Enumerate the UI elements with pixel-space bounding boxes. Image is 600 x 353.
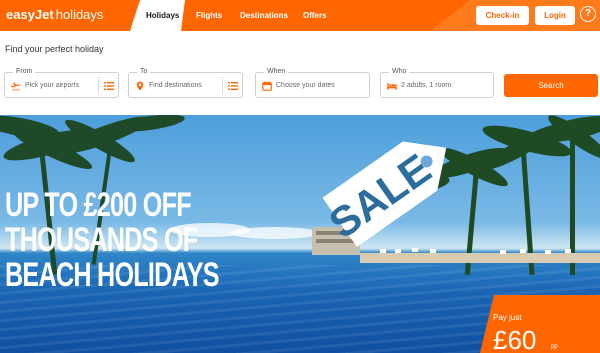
who-label: Who	[389, 67, 410, 77]
calendar-icon	[262, 81, 272, 91]
search-panel-title: Find your perfect holiday	[5, 44, 104, 54]
bed-icon	[387, 83, 397, 90]
when-field[interactable]: When Choose your dates	[255, 67, 370, 98]
help-icon[interactable]: ?	[580, 6, 596, 22]
to-placeholder: Find destinations	[149, 82, 202, 89]
field-divider	[98, 77, 99, 94]
hero-headline-line-1: UP TO £200 OFF	[5, 186, 192, 224]
from-label: From	[13, 67, 36, 77]
when-label: When	[264, 67, 289, 77]
nav-tab-holidays[interactable]: Holidays	[146, 0, 179, 31]
pin-icon	[136, 81, 144, 91]
when-placeholder: Choose your dates	[276, 82, 335, 89]
who-field[interactable]: Who 2 adults, 1 room	[380, 67, 494, 98]
plane-icon	[11, 82, 21, 91]
price-value: £60	[493, 325, 537, 353]
nav-tab-offers[interactable]: Offers	[303, 0, 327, 31]
easyjet-holidays-logo[interactable]: easyJet holidays	[6, 6, 103, 24]
from-field[interactable]: From Pick your airports	[4, 67, 119, 98]
list-icon[interactable]	[228, 81, 238, 91]
list-icon[interactable]	[104, 81, 114, 91]
logo-brand: easyJet	[6, 7, 54, 22]
hero-headline-line-2: THOUSANDS OF	[5, 221, 198, 259]
who-value: 2 adults, 1 room	[401, 82, 452, 89]
to-field[interactable]: To Find destinations	[128, 67, 243, 98]
nav-tab-destinations[interactable]: Destinations	[240, 0, 288, 31]
field-divider	[222, 77, 223, 94]
nav-tab-flights[interactable]: Flights	[196, 0, 222, 31]
login-button[interactable]: Login	[535, 6, 575, 25]
hero-headline-line-3: BEACH HOLIDAYS	[5, 256, 220, 294]
price-label: Pay just	[493, 313, 522, 322]
search-button[interactable]: Search	[504, 74, 598, 97]
logo-product: holidays	[55, 7, 104, 22]
from-placeholder: Pick your airports	[25, 82, 80, 89]
to-label: To	[137, 67, 151, 77]
price-unit: pp	[551, 344, 558, 350]
sale-tag-icon: SALE	[321, 141, 447, 247]
check-in-button[interactable]: Check-in	[476, 6, 529, 25]
